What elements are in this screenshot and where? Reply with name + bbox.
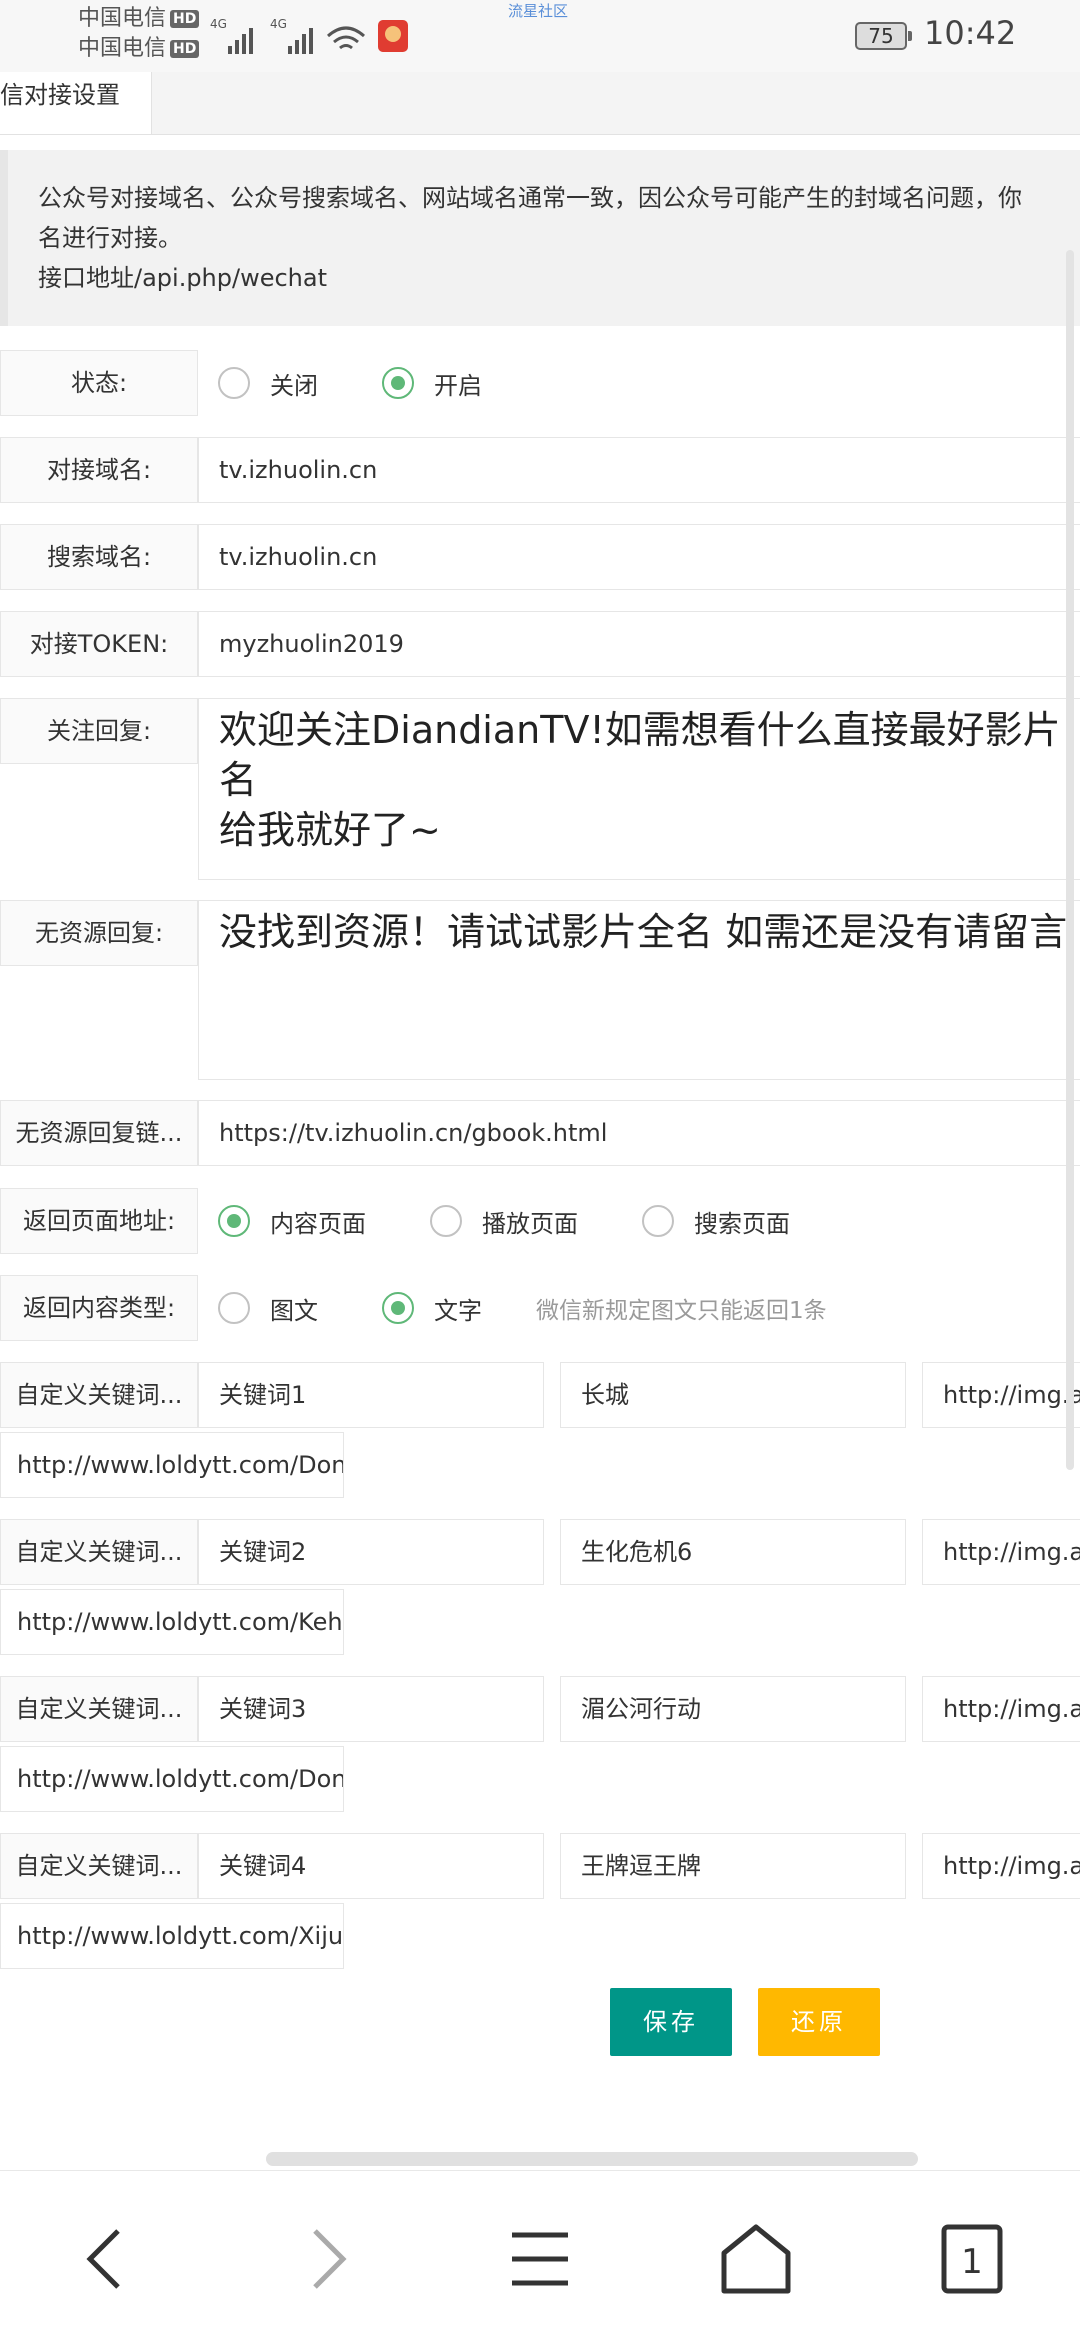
search-domain-label: 搜索域名: xyxy=(0,524,198,590)
app-notification-icon xyxy=(378,20,408,52)
save-button[interactable]: 保存 xyxy=(610,1988,732,2056)
keyword-image-input[interactable]: http://img.ac xyxy=(922,1833,1080,1899)
keyword-input[interactable]: 关键词2 xyxy=(198,1519,544,1585)
browser-nav-bar: 1 xyxy=(0,2170,1080,2341)
radio-status-off[interactable]: 关闭 xyxy=(218,366,318,401)
radio-status-on[interactable]: 开启 xyxy=(382,366,482,401)
return-type-radio-group: 图文 文字 微信新规定图文只能返回1条 xyxy=(218,1275,827,1341)
vertical-scrollbar[interactable] xyxy=(1066,250,1074,1470)
radio-checked-icon xyxy=(218,1205,250,1237)
tabs-icon[interactable]: 1 xyxy=(932,2219,1012,2299)
radio-content-page[interactable]: 内容页面 xyxy=(218,1204,366,1239)
keyword-input[interactable]: 关键词3 xyxy=(198,1676,544,1742)
radio-checked-icon xyxy=(382,367,414,399)
carrier-info: 中国电信 HD 中国电信 HD xyxy=(78,4,200,64)
keyword-link-input[interactable]: http://www.loldytt.com/Dong xyxy=(0,1432,344,1498)
radio-circle-icon xyxy=(642,1205,674,1237)
keyword-link-input[interactable]: http://www.loldytt.com/Xijud xyxy=(0,1903,344,1969)
token-input[interactable]: myzhuolin2019 xyxy=(198,611,1080,677)
no-resource-reply-textarea[interactable]: 没找到资源！请试试影片全名 如需还是没有请留言 xyxy=(198,900,1080,1080)
search-domain-input[interactable]: tv.izhuolin.cn xyxy=(198,524,1080,590)
no-resource-reply-label: 无资源回复: xyxy=(0,900,198,966)
tab-count: 1 xyxy=(961,2242,983,2282)
tab-wechat-settings[interactable]: 信对接设置 xyxy=(0,72,152,134)
wifi-icon xyxy=(327,26,365,50)
return-type-hint: 微信新规定图文只能返回1条 xyxy=(536,1298,827,1324)
return-page-label: 返回页面地址: xyxy=(0,1188,198,1254)
hd-badge: HD xyxy=(170,40,200,58)
keyword-image-input[interactable]: http://img.ac xyxy=(922,1362,1080,1428)
follow-reply-textarea[interactable]: 欢迎关注DiandianTV!如需想看什么直接最好影片名 给我就好了~ - 如果… xyxy=(198,698,1080,880)
keyword-label: 自定义关键词... xyxy=(0,1676,198,1742)
domain-label: 对接域名: xyxy=(0,437,198,503)
domain-input[interactable]: tv.izhuolin.cn xyxy=(198,437,1080,503)
return-page-radio-group: 内容页面 播放页面 搜索页面 xyxy=(218,1188,854,1254)
watermark-text: 流星社区 xyxy=(508,2,569,20)
radio-circle-icon xyxy=(218,1292,250,1324)
reset-button[interactable]: 还原 xyxy=(758,1988,880,2056)
keyword-input[interactable]: 关键词1 xyxy=(198,1362,544,1428)
forward-icon[interactable] xyxy=(285,2219,365,2299)
status-bar: 中国电信 HD 中国电信 HD 4G 4G 流星社区 75 10:42 xyxy=(0,0,1080,72)
radio-search-page[interactable]: 搜索页面 xyxy=(642,1204,790,1239)
keyword-link-input[interactable]: http://www.loldytt.com/Kehu xyxy=(0,1589,344,1655)
keyword-title-input[interactable]: 长城 xyxy=(560,1362,906,1428)
network-label-1: 4G xyxy=(210,17,227,31)
follow-reply-label: 关注回复: xyxy=(0,698,198,764)
carrier-1: 中国电信 xyxy=(78,6,167,31)
battery-icon: 75 xyxy=(855,22,912,50)
notice-line: 接口地址/api.php/wechat xyxy=(38,264,328,292)
signal-icon xyxy=(288,28,313,54)
keyword-label: 自定义关键词... xyxy=(0,1362,198,1428)
status-radio-group: 关闭 开启 xyxy=(218,350,546,416)
network-label-2: 4G xyxy=(270,17,287,31)
notice-line: 公众号对接域名、公众号搜索域名、网站域名通常一致，因公众号可能产生的封域名问题，… xyxy=(38,184,1022,212)
notice-line: 名进行对接。 xyxy=(38,224,182,252)
no-resource-link-input[interactable]: https://tv.izhuolin.cn/gbook.html xyxy=(198,1100,1080,1166)
radio-play-page[interactable]: 播放页面 xyxy=(430,1204,578,1239)
hd-badge: HD xyxy=(170,10,200,28)
menu-icon[interactable] xyxy=(500,2219,580,2299)
keyword-link-input[interactable]: http://www.loldytt.com/Dong xyxy=(0,1746,344,1812)
keyword-title-input[interactable]: 湄公河行动 xyxy=(560,1676,906,1742)
radio-text[interactable]: 文字 xyxy=(382,1291,482,1326)
carrier-2: 中国电信 xyxy=(78,36,167,61)
radio-checked-icon xyxy=(382,1292,414,1324)
status-label: 状态: xyxy=(0,350,198,416)
tab-bar: 信对接设置 xyxy=(0,72,1080,135)
radio-circle-icon xyxy=(218,367,250,399)
keyword-label: 自定义关键词... xyxy=(0,1833,198,1899)
radio-circle-icon xyxy=(430,1205,462,1237)
clock: 10:42 xyxy=(924,14,1017,52)
keyword-title-input[interactable]: 王牌逗王牌 xyxy=(560,1833,906,1899)
keyword-image-input[interactable]: http://img.ac xyxy=(922,1519,1080,1585)
token-label: 对接TOKEN: xyxy=(0,611,198,677)
keyword-label: 自定义关键词... xyxy=(0,1519,198,1585)
notice-box: 公众号对接域名、公众号搜索域名、网站域名通常一致，因公众号可能产生的封域名问题，… xyxy=(0,150,1080,326)
keyword-input[interactable]: 关键词4 xyxy=(198,1833,544,1899)
signal-icon xyxy=(228,28,253,54)
return-type-label: 返回内容类型: xyxy=(0,1275,198,1341)
keyword-title-input[interactable]: 生化危机6 xyxy=(560,1519,906,1585)
keyword-image-input[interactable]: http://img.ac xyxy=(922,1676,1080,1742)
radio-image-text[interactable]: 图文 xyxy=(218,1291,318,1326)
horizontal-scrollbar[interactable] xyxy=(266,2152,918,2166)
home-icon[interactable] xyxy=(716,2219,796,2299)
back-icon[interactable] xyxy=(68,2219,148,2299)
no-resource-link-label: 无资源回复链... xyxy=(0,1100,198,1166)
signal-wifi-icons: 4G 4G xyxy=(210,17,408,54)
